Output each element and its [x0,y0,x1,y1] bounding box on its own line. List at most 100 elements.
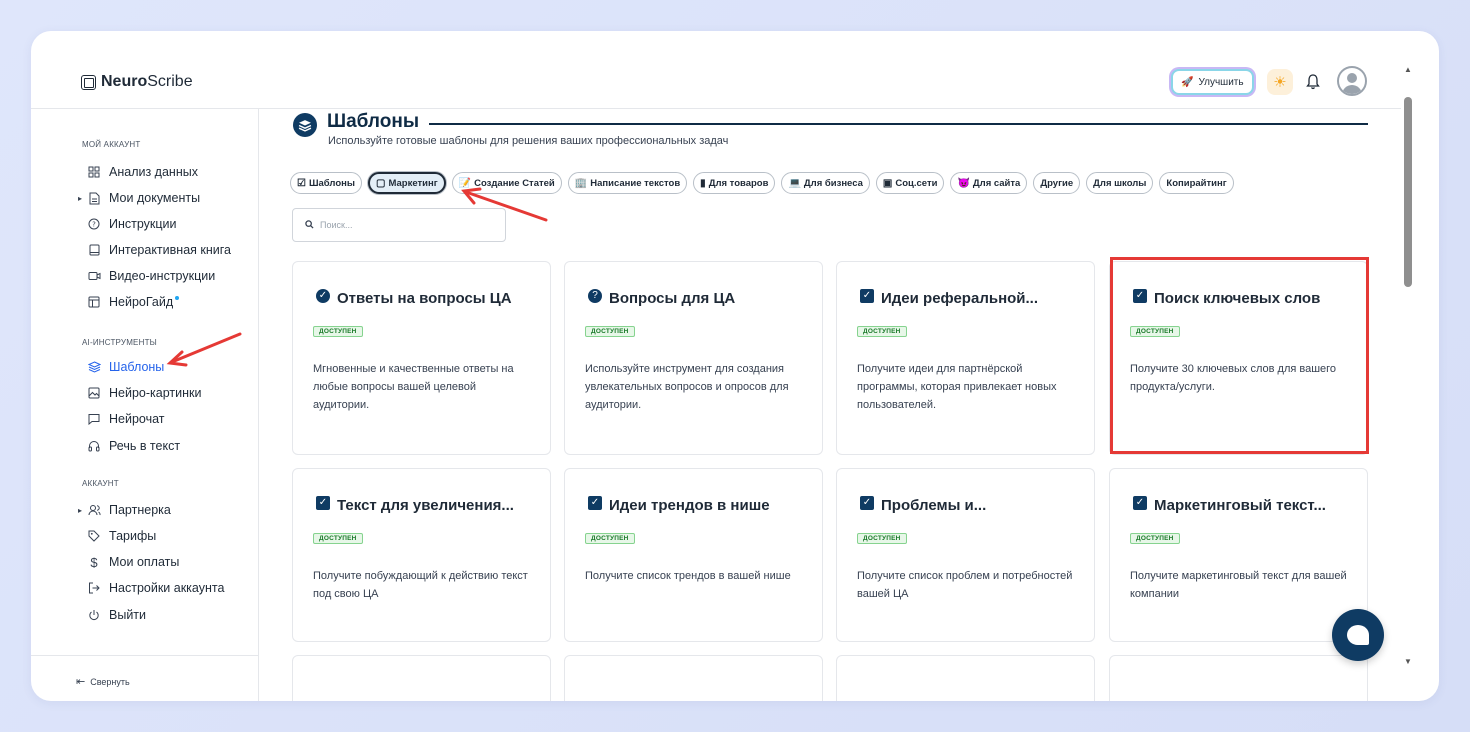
sidebar-item-label: Нейро-картинки [109,386,202,400]
chip-marketing[interactable]: ▢ Маркетинг [368,172,446,194]
card-title: Идеи реферальной... [881,290,1039,307]
sidebar-item-neuroguide[interactable]: НейроГайд [87,293,180,311]
sidebar-item-label: Нейрочат [109,412,165,426]
login-icon [87,581,101,595]
sidebar-item-label: Настройки аккаунта [109,581,225,595]
template-card[interactable]: ✓ Идеи трендов в нише ДОСТУПЕН Получите с… [564,468,823,642]
card-description: Получите список трендов в вашей нише [585,570,791,582]
collapse-button[interactable]: ⇤ Свернуть [76,675,130,688]
question-icon: ? [588,288,602,303]
chat-widget-button[interactable] [1332,609,1384,661]
template-card[interactable]: ✓ Маркетинговый текст... ДОСТУПЕН Получит… [1109,468,1368,642]
chip-label: Копирайтинг [1166,177,1227,189]
search-placeholder: Поиск... [320,220,353,230]
chip-articles[interactable]: 📝 Создание Статей [451,172,562,194]
sidebar-item-label: НейроГайд [109,295,174,309]
sidebar-item-label: Речь в текст [109,439,181,453]
template-card[interactable] [292,655,551,701]
upgrade-button[interactable]: 🚀 Улучшить [1171,69,1254,95]
card-title: Ответы на вопросы ЦА [337,290,512,307]
scroll-down-arrow-icon[interactable]: ▼ [1404,657,1412,666]
sidebar-item-documents[interactable]: Мои документы [78,189,201,207]
chat-icon [87,412,101,426]
chip-label: Для товаров [708,177,769,189]
sidebar-item-tariffs[interactable]: Тарифы [87,527,156,545]
sidebar-item-account-settings[interactable]: Настройки аккаунта [87,579,224,597]
sidebar-item-label: Мои документы [109,191,201,205]
checkbox-icon: ✓ [1133,288,1147,303]
checkbox-icon: ✓ [588,495,602,510]
sidebar-item-speech-to-text[interactable]: Речь в текст [87,437,180,455]
sidebar-item-neurochat[interactable]: Нейрочат [87,410,165,428]
sidebar-item-neuro-images[interactable]: Нейро-картинки [87,384,201,402]
card-description: Получите маркетинговый текст для вашей к… [1130,570,1347,600]
sidebar-item-templates[interactable]: Шаблоны [87,358,164,376]
search-input[interactable]: Поиск... [292,208,506,242]
template-card[interactable] [836,655,1095,701]
bell-icon[interactable] [1303,71,1323,93]
card-description: Получите побуждающий к действию текст по… [313,570,528,600]
power-icon [87,608,101,622]
card-description: Мгновенные и качественные ответы на любы… [313,363,514,411]
video-icon [87,269,101,283]
logo-bold-text: Neuro [101,73,148,90]
chip-products[interactable]: ▮ Для товаров [693,172,776,194]
rocket-icon: 🚀 [1181,76,1194,88]
chip-templates[interactable]: ☑ Шаблоны [290,172,362,194]
sidebar-item-partner[interactable]: Партнерка [78,501,171,519]
question-circle-icon: ? [87,217,101,231]
sidebar-item-analytics[interactable]: Анализ данных [87,163,198,181]
collapse-label: Свернуть [90,676,130,687]
chip-writing[interactable]: 🏢 Написание текстов [567,172,688,194]
check-circle-icon: ✓ [316,288,330,303]
search-icon [305,219,314,231]
chip-business[interactable]: 💻 Для бизнеса [781,172,870,194]
template-card[interactable]: ✓ Поиск ключевых слов ДОСТУПЕН Получите 3… [1109,261,1368,455]
template-card[interactable]: ✓ Текст для увеличения... ДОСТУПЕН Получи… [292,468,551,642]
document-icon [87,191,101,205]
chip-emoji-icon: 💻 [788,177,801,189]
status-badge: ДОСТУПЕН [313,533,363,544]
template-card[interactable]: ✓ Ответы на вопросы ЦА ДОСТУПЕН Мгновенны… [292,261,551,455]
top-bar: NeuroScribe 🚀 Улучшить ☀ [31,31,1401,109]
chip-other[interactable]: Другие [1033,172,1081,194]
avatar[interactable] [1337,66,1367,96]
status-badge: ДОСТУПЕН [585,533,635,544]
template-card[interactable]: ✓ Идеи реферальной... ДОСТУПЕН Получите и… [836,261,1095,455]
sidebar-item-instructions[interactable]: ? Инструкции [87,215,177,233]
scroll-up-arrow-icon[interactable]: ▲ [1404,65,1412,74]
sidebar-item-logout[interactable]: Выйти [87,606,146,624]
template-card[interactable] [1109,655,1368,701]
card-description: Используйте инструмент для создания увле… [585,363,789,411]
chip-social[interactable]: ▣ Соц.сети [875,172,945,194]
tag-icon [87,529,101,543]
image-icon [87,386,101,400]
chip-label: Для бизнеса [803,177,863,189]
sidebar-item-payments[interactable]: $ Мои оплаты [87,553,179,571]
title-divider [429,123,1368,125]
chip-copywriting[interactable]: Копирайтинг [1159,172,1234,194]
chip-emoji-icon: ▮ [700,177,706,189]
theme-toggle-sun-icon[interactable]: ☀ [1267,69,1293,95]
guide-icon [87,295,101,309]
chip-school[interactable]: Для школы [1086,172,1154,194]
status-badge: ДОСТУПЕН [585,326,635,337]
card-title: Вопросы для ЦА [609,290,736,307]
page-title: Шаблоны [327,111,420,132]
template-card[interactable]: ? Вопросы для ЦА ДОСТУПЕН Используйте инс… [564,261,823,455]
sidebar-item-label: Выйти [109,608,147,622]
checkbox-icon: ✓ [1133,495,1147,510]
template-card[interactable] [564,655,823,701]
section-title-ai-tools: AI-ИНСТРУМЕНТЫ [82,338,157,347]
logo[interactable]: NeuroScribe [81,73,193,91]
card-title: Поиск ключевых слов [1154,290,1321,307]
section-title-account: МОЙ АККАУНТ [82,140,141,149]
template-card[interactable]: ✓ Проблемы и... ДОСТУПЕН Получите список … [836,468,1095,642]
sidebar-item-interactive-book[interactable]: Интерактивная книга [87,241,231,259]
chip-label: Для сайта [972,177,1021,189]
chip-label: Написание текстов [590,177,681,189]
sidebar-item-video-instructions[interactable]: Видео-инструкции [87,267,215,285]
chip-website[interactable]: 😈 Для сайта [950,172,1028,194]
users-icon [87,503,101,517]
scrollbar-thumb[interactable] [1404,97,1412,287]
